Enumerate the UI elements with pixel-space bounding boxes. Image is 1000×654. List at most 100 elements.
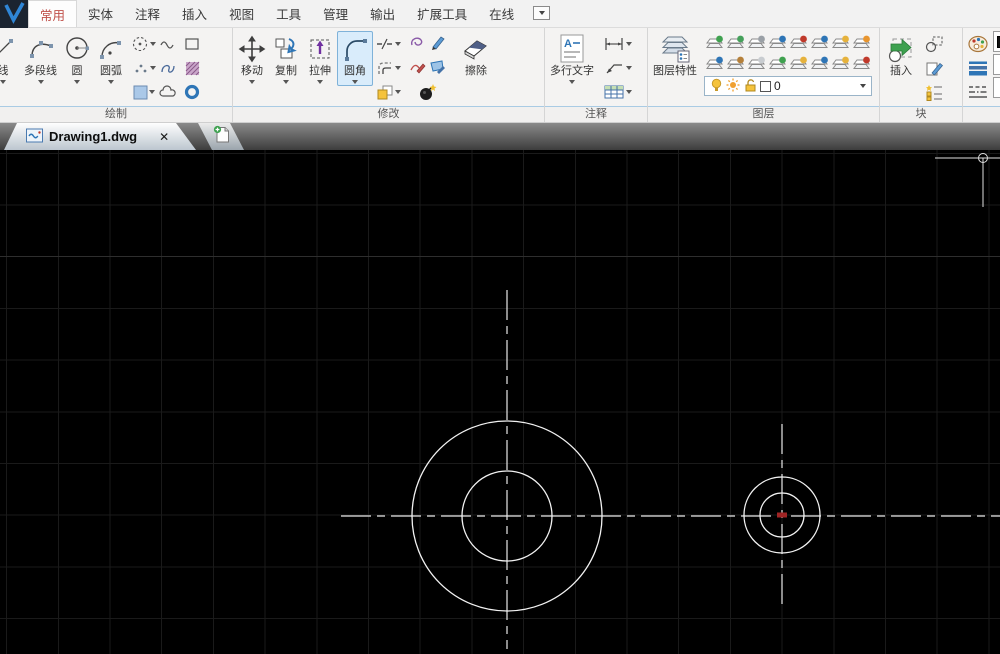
trim-button[interactable] <box>376 32 401 56</box>
layer-freeze-button[interactable] <box>767 31 788 52</box>
panel-label-block: 块 <box>880 106 962 122</box>
dimension-button[interactable] <box>603 32 632 56</box>
red-center-mark <box>777 513 787 518</box>
layer-edit-button[interactable] <box>725 52 746 73</box>
offset-button[interactable] <box>376 56 401 80</box>
dropdown-caret <box>395 66 401 70</box>
layer-unlock-button[interactable] <box>830 52 851 73</box>
layer-make-current-button[interactable] <box>809 31 830 52</box>
rectangle-button[interactable] <box>180 32 204 56</box>
spline-button[interactable] <box>156 56 180 80</box>
edit-spline-button[interactable] <box>409 58 427 79</box>
layer-lock-button[interactable] <box>788 31 809 52</box>
stretch-button[interactable]: 拉伸 <box>303 31 337 86</box>
create-block-button[interactable] <box>924 32 944 56</box>
color-palette-button[interactable] <box>967 32 989 56</box>
explode-bomb-button[interactable] <box>404 80 450 104</box>
layer-states-button[interactable] <box>704 52 725 73</box>
revision-curve-button[interactable] <box>156 32 180 56</box>
move-icon <box>238 33 266 65</box>
menu-item[interactable]: 视图 <box>218 0 265 27</box>
layer-make-current-icon <box>810 34 829 50</box>
fillet-icon <box>340 33 370 65</box>
layer-on-all-button[interactable] <box>830 31 851 52</box>
object-color-select[interactable] <box>993 31 1000 52</box>
menu-tabs: 常用实体注释插入视图工具管理输出扩展工具在线 <box>28 0 525 27</box>
layer-merge-icon <box>768 55 787 71</box>
layer-thaw-all-button[interactable] <box>851 31 872 52</box>
edit-polyline-button[interactable] <box>429 34 447 55</box>
menu-item[interactable]: 实体 <box>77 0 124 27</box>
layer-isolate-button[interactable] <box>704 31 725 52</box>
chevron-down-icon[interactable] <box>860 84 866 88</box>
layer-update-button[interactable] <box>809 52 830 73</box>
donut-button[interactable] <box>180 80 204 104</box>
circle-label: 圆 <box>72 65 83 78</box>
drawing-canvas[interactable] <box>0 150 1000 654</box>
hatch-button[interactable] <box>180 56 204 80</box>
circle-button[interactable]: 圆 <box>60 31 94 86</box>
mtext-button[interactable]: A 多行文字 <box>547 31 597 86</box>
dropdown-caret <box>626 42 632 46</box>
erase-icon <box>461 33 491 65</box>
layer-match-button[interactable] <box>746 52 767 73</box>
menu-item[interactable]: 扩展工具 <box>406 0 478 27</box>
layer-merge-button[interactable] <box>767 52 788 73</box>
new-drawing-button[interactable] <box>198 123 244 150</box>
line-button[interactable]: 线 <box>0 31 21 86</box>
layer-unlock-icon <box>831 55 850 71</box>
polyline-button[interactable]: 多段线 <box>21 31 60 86</box>
dropdown-caret <box>317 80 323 84</box>
line-icon <box>0 33 15 65</box>
cloud-button[interactable] <box>156 80 180 104</box>
panel-label-draw: 绘制 <box>0 106 232 122</box>
layer-combo[interactable]: 0 <box>704 76 872 96</box>
join-button[interactable] <box>408 34 428 55</box>
layer-off-button[interactable] <box>746 31 767 52</box>
menu-item[interactable]: 输出 <box>359 0 406 27</box>
layer-walk-button[interactable] <box>788 52 809 73</box>
arc-label: 圆弧 <box>100 65 122 78</box>
copy-button[interactable]: 复制 <box>269 31 303 86</box>
sun-icon <box>726 78 740 95</box>
lineweight-button[interactable] <box>967 56 989 80</box>
close-tab-icon[interactable]: ✕ <box>159 130 169 144</box>
insert-block-button[interactable]: 插入 <box>882 31 920 80</box>
gradient-button[interactable] <box>132 80 156 104</box>
menu-item[interactable]: 注释 <box>124 0 171 27</box>
menu-item[interactable]: 工具 <box>265 0 312 27</box>
document-tab[interactable]: Drawing1.dwg ✕ <box>4 123 196 150</box>
ellipse-button[interactable] <box>132 32 156 56</box>
table-button[interactable] <box>603 80 632 104</box>
lineweight-select[interactable] <box>993 54 1000 75</box>
linetype-button[interactable] <box>967 80 989 104</box>
layer-properties-label: 图层特性 <box>653 65 697 78</box>
edit-block-button[interactable] <box>924 56 944 80</box>
arc-button[interactable]: 圆弧 <box>94 31 128 86</box>
panel-layer: 图层特性 0 图层 <box>648 28 880 122</box>
explode-button[interactable] <box>376 80 401 104</box>
copy-icon <box>272 33 300 65</box>
panel-block: 插入 块 <box>880 28 963 122</box>
menu-item[interactable]: 管理 <box>312 0 359 27</box>
menu-item[interactable]: 插入 <box>171 0 218 27</box>
menu-item[interactable]: 常用 <box>28 0 77 27</box>
layer-properties-button[interactable]: 图层特性 <box>650 31 700 80</box>
layer-delete-button[interactable] <box>851 52 872 73</box>
edit-hatch-button[interactable] <box>428 58 446 79</box>
layer-color-swatch <box>760 81 771 92</box>
layer-unisolate-button[interactable] <box>725 31 746 52</box>
dropdown-caret <box>0 80 6 84</box>
linetype-select[interactable] <box>993 77 1000 98</box>
app-logo[interactable] <box>0 0 28 28</box>
leader-button[interactable] <box>603 56 632 80</box>
block-attributes-button[interactable] <box>924 80 944 104</box>
fillet-button[interactable]: 圆角 <box>337 31 373 86</box>
menu-overflow-button[interactable] <box>533 6 550 20</box>
erase-button[interactable]: 擦除 <box>458 31 494 80</box>
point-button[interactable] <box>132 56 156 80</box>
mtext-icon: A <box>557 33 587 65</box>
menu-item[interactable]: 在线 <box>478 0 525 27</box>
move-button[interactable]: 移动 <box>235 31 269 86</box>
arc-icon <box>97 33 125 65</box>
